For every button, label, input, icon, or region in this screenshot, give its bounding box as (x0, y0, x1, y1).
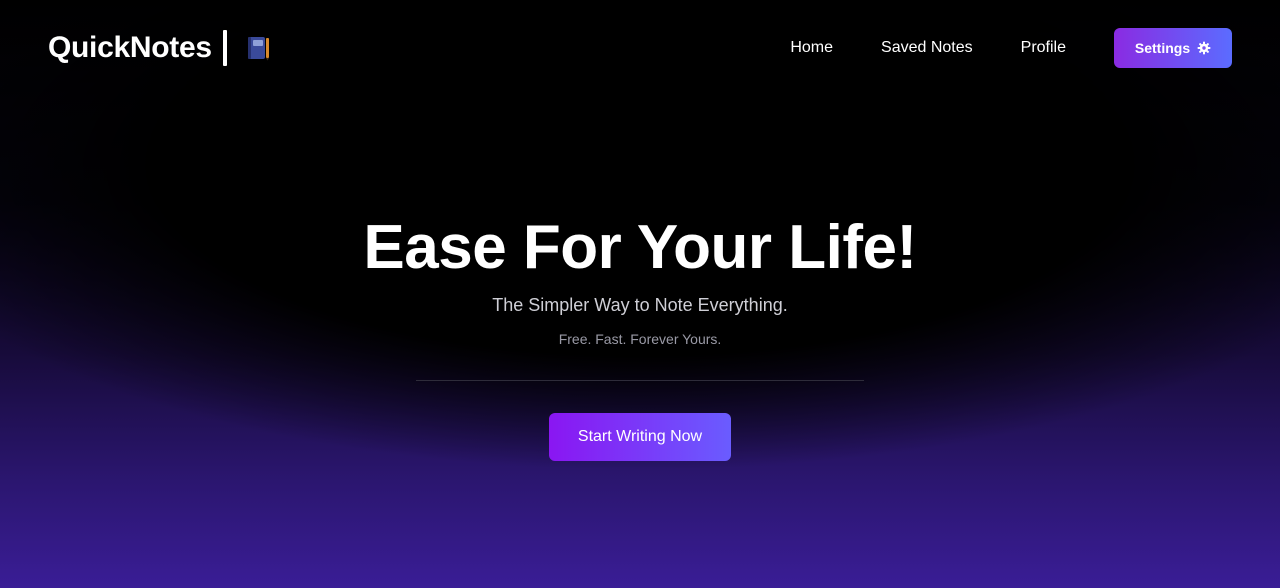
nav-saved-notes[interactable]: Saved Notes (881, 28, 973, 68)
notebook-icon (247, 37, 269, 61)
hero-title: Ease For Your Life! (363, 213, 917, 282)
brand[interactable]: QuickNotes (48, 28, 271, 68)
nav-profile[interactable]: Profile (1021, 28, 1066, 68)
start-writing-button[interactable]: Start Writing Now (549, 413, 731, 461)
hero-section: Ease For Your Life! The Simpler Way to N… (0, 200, 1280, 461)
top-navbar: QuickNotes Home Saved Notes Profile Sett… (0, 0, 1280, 96)
brand-separator (222, 30, 227, 66)
brand-name: QuickNotes (48, 31, 212, 64)
main-nav: Home Saved Notes Profile Settings (790, 28, 1232, 68)
hero-divider (416, 380, 864, 381)
settings-button[interactable]: Settings (1114, 28, 1232, 68)
settings-label: Settings (1134, 40, 1191, 56)
hero-tagline: Free. Fast. Forever Yours. (558, 331, 722, 347)
gear-icon (1197, 41, 1211, 55)
hero-subtitle: The Simpler Way to Note Everything. (492, 295, 788, 315)
nav-home[interactable]: Home (790, 28, 833, 68)
